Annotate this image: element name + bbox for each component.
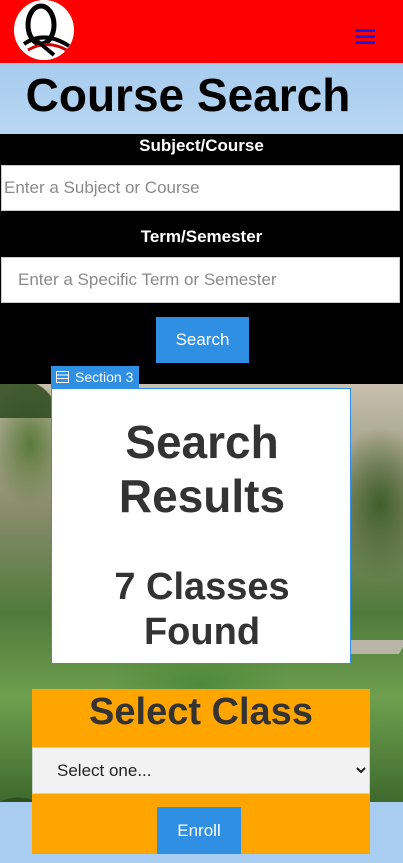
class-select[interactable]: Select one... bbox=[32, 747, 370, 794]
section-tag[interactable]: Section 3 bbox=[51, 366, 140, 388]
select-class-title: Select Class bbox=[89, 691, 313, 733]
results-card: Search Results 7 Classes Found bbox=[51, 388, 351, 664]
section-icon bbox=[56, 371, 69, 383]
q-logo-icon[interactable] bbox=[14, 0, 74, 60]
term-input[interactable] bbox=[1, 257, 400, 303]
enroll-panel: Select Class Select one... Enroll bbox=[32, 689, 370, 854]
enroll-button[interactable]: Enroll bbox=[157, 807, 241, 854]
search-button[interactable]: Search bbox=[156, 317, 249, 363]
term-label: Term/Semester bbox=[140, 227, 263, 246]
section-tag-label: Section 3 bbox=[75, 369, 134, 385]
page-title: Course Search bbox=[25, 69, 351, 121]
results-title: Search Results bbox=[118, 416, 286, 522]
hamburger-menu-icon[interactable] bbox=[355, 29, 375, 45]
results-count: 7 Classes Found bbox=[114, 566, 290, 653]
subject-label: Subject/Course bbox=[139, 136, 264, 155]
subject-input[interactable] bbox=[1, 165, 400, 211]
site-header bbox=[0, 0, 403, 63]
